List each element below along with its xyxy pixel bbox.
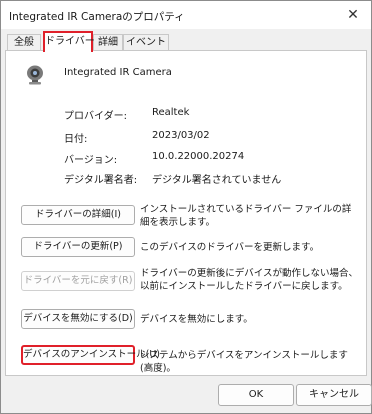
version-value: 10.0.22000.20274 bbox=[152, 151, 245, 162]
close-icon[interactable]: ✕ bbox=[339, 3, 367, 27]
provider-value: Realtek bbox=[152, 107, 190, 118]
cancel-button[interactable]: キャンセル bbox=[296, 384, 372, 406]
driver-tab-panel: Integrated IR Camera プロバイダー: Realtek 日付:… bbox=[5, 50, 367, 376]
roll-back-driver-desc: ドライバーの更新後にデバイスが動作しない場合、以前にインストールしたドライバーに… bbox=[140, 268, 359, 292]
driver-details-button[interactable]: ドライバーの詳細(I) bbox=[21, 205, 135, 225]
tab-bar: 全般 ドライバー 詳細 イベント bbox=[1, 29, 371, 52]
signer-label: デジタル署名者: bbox=[64, 175, 138, 186]
date-label: 日付: bbox=[64, 134, 88, 145]
properties-dialog: Integrated IR Cameraのプロパティ ✕ 全般 ドライバー 詳細… bbox=[0, 0, 372, 414]
disable-device-desc: デバイスを無効にします。 bbox=[140, 314, 253, 325]
provider-label: プロバイダー: bbox=[64, 111, 127, 122]
device-name: Integrated IR Camera bbox=[64, 67, 172, 78]
roll-back-driver-button[interactable]: ドライバーを元に戻す(R) bbox=[21, 271, 135, 291]
update-driver-button[interactable]: ドライバーの更新(P) bbox=[21, 237, 135, 257]
tab-events[interactable]: イベント bbox=[123, 34, 169, 51]
uninstall-device-desc: システムからデバイスをアンインストールします (高度)。 bbox=[140, 350, 348, 374]
driver-details-desc: インストールされているドライバー ファイルの詳細を表示します。 bbox=[140, 204, 352, 228]
uninstall-device-button[interactable]: デバイスのアンインストール(U) bbox=[21, 345, 160, 365]
webcam-icon bbox=[27, 65, 43, 85]
title-bar: Integrated IR Cameraのプロパティ ✕ bbox=[1, 1, 371, 29]
ok-button[interactable]: OK bbox=[218, 384, 294, 406]
version-label: バージョン: bbox=[64, 155, 118, 166]
tab-driver[interactable]: ドライバー bbox=[43, 31, 95, 52]
disable-device-button[interactable]: デバイスを無効にする(D) bbox=[21, 309, 135, 329]
window-title: Integrated IR Cameraのプロパティ bbox=[9, 11, 185, 23]
date-value: 2023/03/02 bbox=[152, 130, 210, 141]
tab-details[interactable]: 詳細 bbox=[93, 34, 123, 51]
signer-value: デジタル署名されていません bbox=[152, 175, 282, 186]
tab-general[interactable]: 全般 bbox=[7, 34, 41, 51]
update-driver-desc: このデバイスのドライバーを更新します。 bbox=[140, 242, 320, 253]
